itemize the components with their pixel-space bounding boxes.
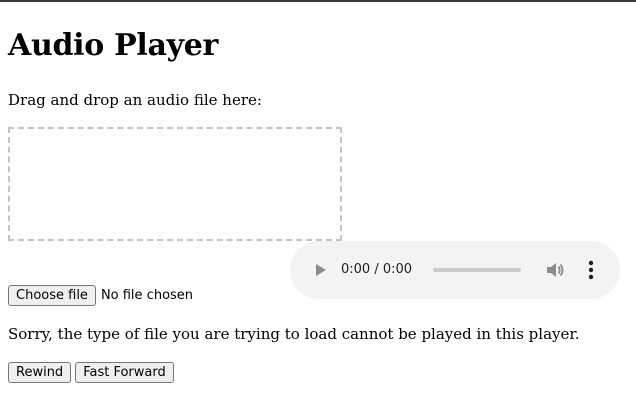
page-title: Audio Player	[8, 28, 219, 63]
drop-zone[interactable]	[8, 127, 342, 241]
more-vert-icon[interactable]	[583, 259, 599, 281]
time-display: 0:00 / 0:00	[341, 262, 413, 277]
volume-icon[interactable]	[545, 260, 565, 280]
file-input: Choose file No file chosen	[8, 285, 193, 306]
rewind-button[interactable]: Rewind	[8, 362, 72, 383]
play-icon[interactable]	[312, 261, 330, 279]
audio-player[interactable]: 0:00 / 0:00	[290, 241, 620, 299]
window-top-border	[0, 0, 636, 2]
seek-slider[interactable]	[433, 268, 521, 272]
drop-zone-label: Drag and drop an audio file here:	[8, 91, 262, 109]
choose-file-button[interactable]: Choose file	[8, 285, 96, 306]
playback-controls: Rewind Fast Forward	[8, 362, 174, 383]
error-message: Sorry, the type of file you are trying t…	[8, 325, 580, 343]
fast-forward-button[interactable]: Fast Forward	[75, 362, 174, 383]
file-status-text: No file chosen	[100, 288, 194, 303]
